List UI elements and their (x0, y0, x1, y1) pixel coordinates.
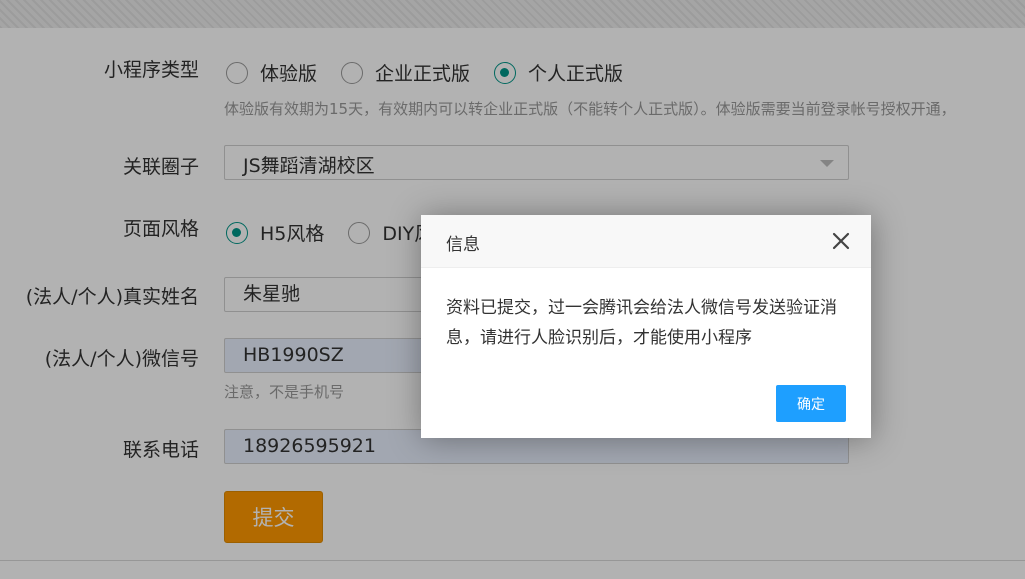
ok-button[interactable]: 确定 (776, 385, 846, 422)
dialog-header: 信息 (421, 215, 871, 268)
close-icon[interactable] (831, 231, 851, 251)
info-dialog: 信息 资料已提交，过一会腾讯会给法人微信号发送验证消息，请进行人脸识别后，才能使… (421, 215, 871, 438)
dialog-message: 资料已提交，过一会腾讯会给法人微信号发送验证消息，请进行人脸识别后，才能使用小程… (446, 298, 837, 348)
dialog-title: 信息 (446, 235, 480, 255)
